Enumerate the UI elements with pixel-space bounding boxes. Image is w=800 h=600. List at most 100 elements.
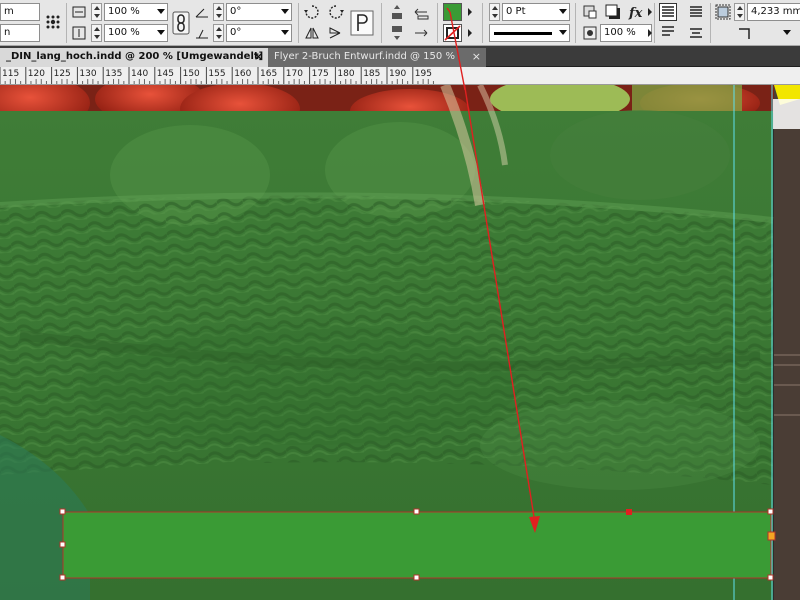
shear-angle-value: 0° (230, 27, 242, 38)
select-content-icon[interactable] (388, 24, 406, 42)
document-canvas[interactable] (0, 85, 800, 600)
shear-angle-field[interactable]: 0° (226, 24, 292, 42)
chevron-down-icon[interactable] (157, 9, 165, 14)
ruler-tick-label: 170 (286, 69, 303, 79)
offset-field[interactable]: 4,233 mm (747, 3, 800, 21)
fill-swatch[interactable] (443, 3, 462, 21)
ruler-tick-label: 180 (337, 69, 354, 79)
text-wrap-none-icon[interactable] (659, 3, 677, 21)
drop-shadow-icon[interactable] (604, 3, 622, 21)
control-panel: m n 100 % 100 % 0° 0° 0 Pt fx 100 % 4,23… (0, 0, 800, 46)
select-previous-object-icon[interactable] (412, 3, 430, 21)
document-tab-bar: _DIN_lang_hoch.indd @ 200 % [Umgewandelt… (0, 46, 800, 67)
chevron-down-icon[interactable] (281, 30, 289, 35)
selection-handle (59, 508, 66, 515)
ruler-tick-label: 150 (183, 69, 200, 79)
selection-handle (767, 574, 774, 581)
ruler-tick-label: 155 (208, 69, 225, 79)
stroke-swatch-dropdown-icon[interactable] (468, 29, 472, 37)
svg-text:fx: fx (628, 6, 643, 21)
offset-stepper[interactable] (734, 3, 745, 21)
opacity-field[interactable]: 100 % (600, 24, 652, 42)
ruler-tick-label: 130 (79, 69, 96, 79)
rotate-clockwise-icon[interactable] (303, 3, 321, 21)
width-icon (72, 6, 86, 18)
ruler-tick-label: 125 (54, 69, 71, 79)
ruler-tick-label: 120 (28, 69, 45, 79)
text-wrap-bounding-box-icon[interactable] (687, 3, 705, 21)
ruler-tick-label: 160 (234, 69, 251, 79)
fill-swatch-dropdown-icon[interactable] (468, 8, 472, 16)
x-position-field[interactable]: m (0, 3, 40, 21)
ruler-tick-label: 185 (363, 69, 380, 79)
ruler-tick-label: 145 (157, 69, 174, 79)
ruler-tick-label: 190 (389, 69, 406, 79)
height-icon (72, 26, 86, 40)
ruler-tick-label: 115 (2, 69, 19, 79)
chevron-down-icon[interactable] (559, 9, 567, 14)
scale-y-value: 100 % (108, 27, 140, 38)
stroke-none-swatch[interactable] (443, 24, 462, 42)
offset-value: 4,233 mm (751, 6, 800, 17)
scale-x-value: 100 % (108, 6, 140, 17)
opacity-value: 100 % (604, 27, 636, 38)
effects-fx-icon[interactable]: fx (628, 3, 646, 21)
ruler-ticks: 115 120 125 130 135 140 145 150 155 160 165 170 175 1… (0, 67, 434, 84)
ruler-tick-label: 135 (105, 69, 122, 79)
select-container-icon[interactable] (388, 3, 406, 21)
x-position-value: m (4, 6, 14, 17)
align-center-icon[interactable] (687, 24, 705, 42)
paragraph-p-icon[interactable] (350, 10, 374, 36)
fit-frame-icon[interactable] (581, 3, 599, 21)
out-port-handle (767, 531, 776, 541)
chevron-down-icon[interactable] (559, 30, 567, 35)
flip-vertical-icon[interactable] (327, 24, 345, 42)
rotate-angle-value: 0° (230, 6, 242, 17)
stroke-style-select[interactable] (489, 24, 570, 42)
align-top-icon[interactable] (659, 24, 677, 42)
selection-handle (767, 508, 774, 515)
tab-din-lang-hoch[interactable]: _DIN_lang_hoch.indd @ 200 % [Umgewandelt… (0, 48, 268, 67)
shear-angle-stepper[interactable] (213, 24, 224, 42)
selection-handle (413, 508, 420, 515)
stroke-weight-value: 0 Pt (506, 6, 526, 17)
ruler-tick-label: 195 (415, 69, 432, 79)
stroke-weight-stepper[interactable] (489, 3, 500, 21)
shear-angle-icon (196, 29, 208, 39)
rotate-angle-field[interactable]: 0° (226, 3, 292, 21)
corner-options-icon[interactable] (736, 24, 754, 42)
close-icon[interactable]: × (472, 48, 481, 66)
y-position-field[interactable]: n (0, 24, 40, 42)
offset-icon (715, 4, 731, 20)
corner-options-dropdown-icon[interactable] (783, 30, 791, 35)
tab-flyer-2-bruch[interactable]: Flyer 2-Bruch Entwurf.indd @ 150 % × (268, 48, 486, 67)
reference-point-icon[interactable] (44, 13, 62, 31)
scale-x-stepper[interactable] (91, 3, 102, 21)
rotate-angle-stepper[interactable] (213, 3, 224, 21)
chevron-down-icon[interactable] (281, 9, 289, 14)
y-position-value: n (4, 27, 11, 38)
opacity-icon (583, 26, 597, 40)
select-next-object-icon[interactable] (412, 24, 430, 42)
stroke-weight-field[interactable]: 0 Pt (502, 3, 570, 21)
canvas-artwork (0, 85, 800, 600)
horizontal-ruler[interactable]: 115 120 125 130 135 140 145 150 155 160 165 170 175 1… (0, 67, 800, 85)
close-icon[interactable]: × (254, 48, 263, 66)
scale-x-field[interactable]: 100 % (104, 3, 168, 21)
chevron-down-icon[interactable] (157, 30, 165, 35)
scale-y-stepper[interactable] (91, 24, 102, 42)
flip-horizontal-icon[interactable] (303, 24, 321, 42)
tab-label: _DIN_lang_hoch.indd @ 200 % [Umgewandelt… (6, 51, 264, 62)
tab-label: Flyer 2-Bruch Entwurf.indd @ 150 % (274, 51, 455, 62)
ruler-tick-label: 165 (260, 69, 277, 79)
effects-dropdown-icon[interactable] (648, 8, 652, 16)
scale-y-field[interactable]: 100 % (104, 24, 168, 42)
rotate-counterclockwise-icon[interactable] (327, 3, 345, 21)
opacity-dropdown-icon[interactable] (648, 29, 652, 37)
selection-handle (413, 574, 420, 581)
live-corner-handle (626, 509, 632, 515)
ruler-tick-label: 175 (312, 69, 329, 79)
selection-handle (59, 574, 66, 581)
selection-handle (59, 541, 66, 548)
constrain-proportions-icon[interactable] (172, 11, 190, 35)
